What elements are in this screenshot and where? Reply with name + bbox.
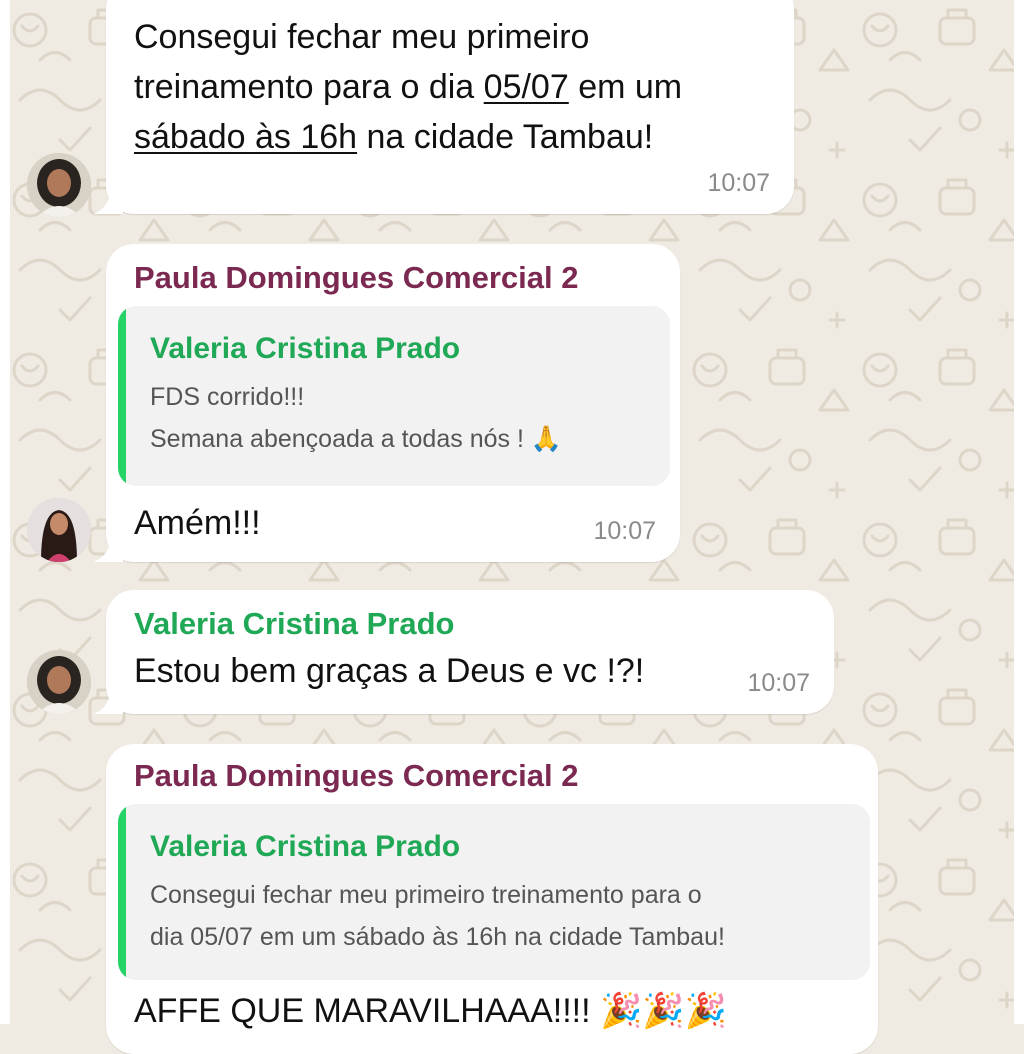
- message-text: AFFE QUE MARAVILHAAA!!!! 🎉🎉🎉: [134, 992, 728, 1030]
- sender-name[interactable]: Valeria Cristina Prado: [134, 606, 454, 642]
- avatar-valeria-icon: [27, 650, 91, 714]
- date-time-link[interactable]: sábado às 16h: [134, 118, 357, 156]
- message-time: 10:07: [707, 169, 770, 197]
- quote-bar: [118, 804, 126, 980]
- date-link[interactable]: 05/07: [484, 68, 569, 106]
- message-bubble[interactable]: Consegui fechar meu primeiro treinamento…: [93, 0, 794, 214]
- sender-name[interactable]: Paula Domingues Comercial 2: [134, 260, 578, 296]
- quoted-author: Valeria Cristina Prado: [150, 332, 461, 365]
- message-bubble[interactable]: Paula Domingues Comercial 2 Valeria Cris…: [93, 244, 680, 562]
- message-bubble[interactable]: Paula Domingues Comercial 2 Valeria Cris…: [106, 744, 878, 1054]
- bubble-tail: [93, 684, 123, 714]
- screen-edge-right: [1014, 0, 1024, 1024]
- avatar[interactable]: [27, 498, 91, 562]
- quote-bar: [118, 306, 126, 486]
- message-time: 10:07: [747, 669, 810, 697]
- sender-name[interactable]: Paula Domingues Comercial 2: [134, 758, 578, 794]
- bubble-tail: [93, 532, 123, 562]
- quoted-text: Consegui fechar meu primeiro treinamento…: [150, 881, 725, 951]
- message-text: Amém!!!: [134, 504, 261, 542]
- avatar-valeria-icon: [27, 153, 91, 217]
- screen-edge-left: [0, 0, 10, 1024]
- avatar[interactable]: [27, 650, 91, 714]
- avatar-paula-icon: [27, 498, 91, 562]
- message-time: 10:07: [593, 517, 656, 545]
- quoted-message[interactable]: Valeria Cristina Prado Consegui fechar m…: [118, 804, 870, 980]
- avatar[interactable]: [27, 153, 91, 217]
- message-text: Consegui fechar meu primeiro treinamento…: [134, 18, 683, 156]
- bubble-tail: [93, 184, 123, 214]
- quoted-author: Valeria Cristina Prado: [150, 830, 461, 863]
- quoted-message[interactable]: Valeria Cristina Prado FDS corrido!!! Se…: [118, 306, 670, 486]
- message-text: Estou bem graças a Deus e vc !?!: [134, 652, 645, 690]
- message-bubble[interactable]: Valeria Cristina Prado Estou bem graças …: [93, 590, 834, 714]
- quoted-text: FDS corrido!!! Semana abençoada a todas …: [150, 383, 562, 453]
